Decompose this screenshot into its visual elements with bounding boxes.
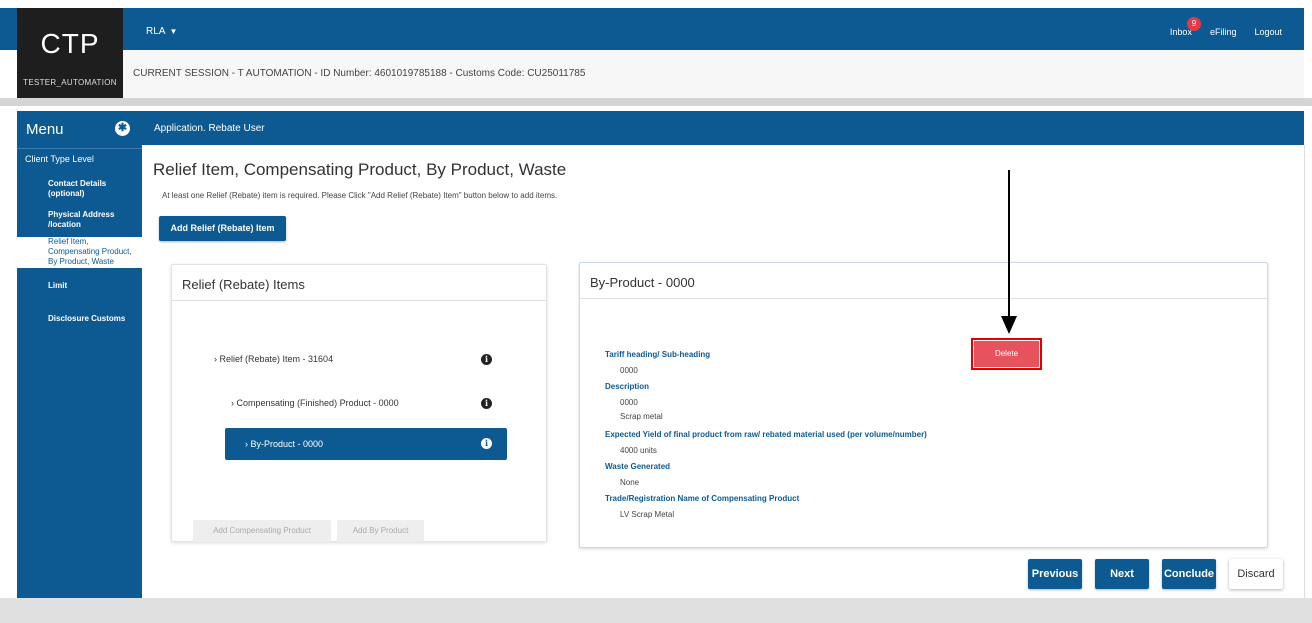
sidebar-section-client-type-level[interactable]: Client Type Level xyxy=(25,154,94,164)
sidebar-item-physical-address[interactable]: Physical Address /location xyxy=(48,210,133,230)
efiling-link[interactable]: eFiling xyxy=(1210,27,1237,37)
tree-item-compensating[interactable]: › Compensating (Finished) Product - 0000 xyxy=(231,398,399,408)
details-panel-title: By-Product - 0000 xyxy=(590,275,695,290)
add-compensating-product-button[interactable]: Add Compensating Product xyxy=(193,520,331,542)
inbox-count-badge: 9 xyxy=(1186,17,1201,31)
conclude-button[interactable]: Conclude xyxy=(1162,559,1216,589)
panel-divider xyxy=(580,298,1267,299)
tree-item-label: Compensating (Finished) Product - 0000 xyxy=(236,398,399,408)
field-label-trade-name: Trade/Registration Name of Compensating … xyxy=(605,494,800,503)
field-label-expected-yield: Expected Yield of final product from raw… xyxy=(605,430,927,439)
sidebar-item-contact-details[interactable]: Contact Details (optional) xyxy=(48,179,133,199)
tree-item-label: › By-Product - 0000 xyxy=(245,439,323,449)
discard-button[interactable]: Discard xyxy=(1229,559,1283,589)
info-icon[interactable]: i xyxy=(481,398,492,409)
by-product-details-panel: By-Product - 0000 xyxy=(579,262,1268,548)
menu-title: Menu xyxy=(26,121,64,138)
sidebar-item-disclosure-customs[interactable]: Disclosure Customs xyxy=(48,314,133,324)
tree-item-text: By-Product - 0000 xyxy=(250,439,324,449)
role-menu[interactable]: RLA ▼ xyxy=(146,26,177,37)
add-relief-item-button[interactable]: Add Relief (Rebate) Item xyxy=(159,216,286,241)
instruction-text: At least one Relief (Rebate) item is req… xyxy=(162,191,558,200)
info-icon[interactable]: i xyxy=(481,354,492,365)
session-bar: CURRENT SESSION - T AUTOMATION - ID Numb… xyxy=(123,50,1304,99)
field-label-tariff: Tariff heading/ Sub-heading xyxy=(605,350,711,359)
inbox-link[interactable]: Inbox 9 xyxy=(1170,17,1201,37)
previous-button[interactable]: Previous xyxy=(1028,559,1082,589)
caret-down-icon: ▼ xyxy=(169,27,178,36)
delete-button[interactable]: Delete xyxy=(974,341,1039,367)
tree-item-relief[interactable]: › Relief (Rebate) Item - 31604 xyxy=(214,354,333,364)
logout-link[interactable]: Logout xyxy=(1254,27,1282,37)
sidebar-item-limit[interactable]: Limit xyxy=(48,281,133,291)
chevron-right-icon: › xyxy=(214,354,217,364)
tree-item-label: Relief (Rebate) Item - 31604 xyxy=(219,354,334,364)
header-divider xyxy=(0,98,1312,106)
annotation-arrow-head-icon xyxy=(1001,316,1017,334)
add-by-product-button[interactable]: Add By Product xyxy=(337,520,424,542)
top-header: RLA ▼ Inbox 9 eFiling Logout xyxy=(0,8,1304,50)
field-value-description: 0000 xyxy=(620,398,638,407)
role-menu-label: RLA xyxy=(146,26,166,37)
field-label-description: Description xyxy=(605,382,650,391)
relief-items-panel-title: Relief (Rebate) Items xyxy=(182,277,305,292)
sidebar-item-relief-item[interactable]: Relief Item, Compensating Product, By Pr… xyxy=(17,237,142,268)
next-button[interactable]: Next xyxy=(1095,559,1149,589)
field-value-description-text: Scrap metal xyxy=(620,412,663,421)
menu-toggle-icon[interactable]: ✱ xyxy=(115,121,130,136)
field-value-waste: None xyxy=(620,478,640,487)
panel-divider xyxy=(172,300,546,301)
menu-divider xyxy=(17,148,142,149)
page-title: Relief Item, Compensating Product, By Pr… xyxy=(153,160,567,179)
sidebar: Menu ✱ Client Type Level Contact Details… xyxy=(17,111,142,598)
session-info: CURRENT SESSION - T AUTOMATION - ID Numb… xyxy=(133,68,586,79)
chevron-right-icon: › xyxy=(231,398,234,408)
page-bottom-bar xyxy=(0,598,1312,623)
logo-text: CTP xyxy=(40,28,100,59)
field-value-tariff: 0000 xyxy=(620,366,638,375)
annotation-arrow-shaft xyxy=(1008,170,1010,318)
application-title: Application. Rebate User xyxy=(154,123,265,134)
application-bar: Application. Rebate User xyxy=(142,111,1304,145)
top-right-links: Inbox 9 eFiling Logout xyxy=(1170,17,1282,37)
logo-username: TESTER_AUTOMATION xyxy=(23,78,117,87)
ctp-logo: CTP TESTER_AUTOMATION xyxy=(17,8,123,100)
field-value-expected-yield: 4000 units xyxy=(620,446,657,455)
tree-item-by-product-selected[interactable]: › By-Product - 0000 i xyxy=(225,428,507,460)
info-icon[interactable]: i xyxy=(481,438,492,449)
field-value-trade-name: LV Scrap Metal xyxy=(620,510,675,519)
field-label-waste: Waste Generated xyxy=(605,462,671,471)
